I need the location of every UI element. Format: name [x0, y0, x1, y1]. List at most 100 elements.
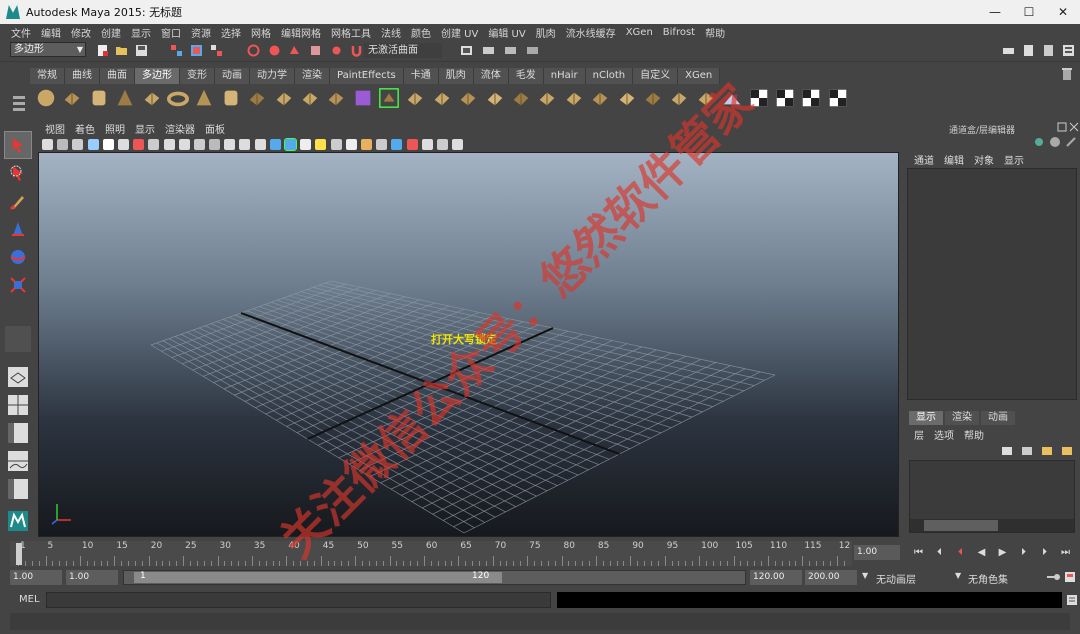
- shelf-tab-deformation[interactable]: 变形: [180, 68, 215, 84]
- ipr-render-icon[interactable]: [504, 44, 517, 57]
- layer-down-icon[interactable]: [1062, 447, 1072, 455]
- shelf-tab-curves[interactable]: 曲线: [65, 68, 100, 84]
- poly-pyramid-icon[interactable]: [192, 86, 216, 110]
- live-surface-field[interactable]: 无激活曲面: [364, 43, 442, 58]
- uv-auto-icon[interactable]: [826, 86, 850, 110]
- lock-camera-icon[interactable]: [57, 138, 69, 150]
- hyper-drag-icon[interactable]: [1065, 136, 1077, 148]
- extract-icon[interactable]: [324, 86, 348, 110]
- time-slider[interactable]: 1 5 10 15 20 25 30 35 40 45 50 55 60 65 70 75 80 85 90 95 10…: [10, 541, 852, 566]
- render-view-icon[interactable]: [460, 44, 473, 57]
- step-forward-frame-icon[interactable]: ⏵: [1034, 545, 1055, 560]
- open-scene-icon[interactable]: [115, 44, 128, 57]
- field-chart-icon[interactable]: [209, 138, 221, 150]
- shelf-tab-rendering[interactable]: 渲染: [295, 68, 330, 84]
- snap-curve-icon[interactable]: [268, 44, 281, 57]
- new-layer-empty-icon[interactable]: [1002, 447, 1012, 455]
- poly-pipe-icon[interactable]: [219, 86, 243, 110]
- channel-box-menu-object[interactable]: 对象: [969, 152, 999, 167]
- current-time-field[interactable]: 1.00: [854, 545, 900, 560]
- persp-outliner-layout-icon[interactable]: [5, 420, 31, 446]
- average-vertices-icon[interactable]: [377, 86, 401, 110]
- close-button[interactable]: ✕: [1046, 0, 1080, 24]
- snap-view-plane-icon[interactable]: [309, 44, 322, 57]
- panel-menu-view[interactable]: 视图: [40, 121, 70, 136]
- rotate-tool-icon[interactable]: [5, 244, 31, 270]
- menu-mesh-tools[interactable]: 网格工具: [326, 25, 376, 40]
- poly-cube-icon[interactable]: [60, 86, 84, 110]
- new-scene-icon[interactable]: [96, 44, 109, 57]
- camera-attributes-icon[interactable]: [72, 138, 84, 150]
- screen-space-ao-icon[interactable]: [345, 138, 357, 150]
- layer-tab-render[interactable]: 渲染: [945, 411, 979, 425]
- panel-menu-panels[interactable]: 面板: [200, 121, 230, 136]
- xray-components-icon[interactable]: [452, 138, 464, 150]
- auto-key-icon[interactable]: [1046, 571, 1060, 583]
- poly-sphere-icon[interactable]: [34, 86, 58, 110]
- trash-icon[interactable]: [1062, 68, 1072, 80]
- perspective-viewport[interactable]: 打开大写锁定: [38, 152, 899, 537]
- xray-joints-icon[interactable]: [436, 138, 448, 150]
- shadows-icon[interactable]: [330, 138, 342, 150]
- maximize-button[interactable]: ☐: [1012, 0, 1046, 24]
- snap-grid-icon[interactable]: [247, 44, 260, 57]
- poly-plane-icon[interactable]: [140, 86, 164, 110]
- bridge-icon[interactable]: [509, 86, 533, 110]
- playback-end-field[interactable]: 120.00: [750, 570, 802, 585]
- shelf-tab-toon[interactable]: 卡通: [403, 68, 439, 84]
- range-slider-handle[interactable]: [134, 572, 502, 583]
- channel-box-menu-show[interactable]: 显示: [999, 152, 1029, 167]
- select-component-icon[interactable]: [210, 44, 223, 57]
- panel-menu-renderer[interactable]: 渲染器: [160, 121, 200, 136]
- layer-up-icon[interactable]: [1042, 447, 1052, 455]
- menu-mesh[interactable]: 网格: [246, 25, 276, 40]
- layer-menu-help[interactable]: 帮助: [959, 427, 989, 442]
- save-scene-icon[interactable]: [135, 44, 148, 57]
- uv-spherical-icon[interactable]: [799, 86, 823, 110]
- animation-preferences-icon[interactable]: [1064, 571, 1076, 583]
- depth-of-field-icon[interactable]: [391, 138, 403, 150]
- menu-muscle[interactable]: 肌肉: [531, 25, 561, 40]
- panel-menu-lighting[interactable]: 照明: [100, 121, 130, 136]
- last-tool-slot[interactable]: [5, 326, 31, 352]
- resolution-gate-icon[interactable]: [178, 138, 190, 150]
- character-set-dropdown[interactable]: 无角色集: [968, 571, 1008, 586]
- persp-graph-layout-icon[interactable]: [5, 448, 31, 474]
- film-gate-icon[interactable]: [163, 138, 175, 150]
- shelf-tab-muscle[interactable]: 肌肉: [438, 68, 474, 84]
- new-layer-selected-icon[interactable]: [1022, 447, 1032, 455]
- step-forward-key-icon[interactable]: ⏵: [1013, 545, 1034, 560]
- anim-layer-dropdown[interactable]: 无动画层: [876, 571, 916, 586]
- panel-menu-show[interactable]: 显示: [130, 121, 160, 136]
- shelf-tab-polygons[interactable]: 多边形: [135, 68, 180, 84]
- menu-normals[interactable]: 法线: [376, 25, 406, 40]
- split-polygon-icon[interactable]: [588, 86, 612, 110]
- default-material-icon[interactable]: [284, 137, 297, 151]
- step-back-key-icon[interactable]: ⏴: [950, 545, 971, 560]
- menu-help[interactable]: 帮助: [700, 25, 730, 40]
- menu-bifrost[interactable]: Bifrost: [658, 27, 700, 38]
- minimize-button[interactable]: —: [978, 0, 1012, 24]
- layer-menu-options[interactable]: 选项: [929, 427, 959, 442]
- pick-walk-icon[interactable]: [1033, 136, 1045, 148]
- render-settings-icon[interactable]: [526, 44, 539, 57]
- bookmarks-icon[interactable]: [87, 138, 99, 150]
- shelf-tab-paint-effects[interactable]: PaintEffects: [330, 68, 404, 84]
- close-panel-icon[interactable]: [1069, 122, 1079, 132]
- image-plane-icon[interactable]: [102, 138, 114, 150]
- menu-file[interactable]: 文件: [6, 25, 36, 40]
- offset-edge-loop-icon[interactable]: [641, 86, 665, 110]
- uv-cylindrical-icon[interactable]: [773, 86, 797, 110]
- shelf-menu-icon[interactable]: [12, 92, 26, 114]
- channel-box-menu-channels[interactable]: 通道: [909, 152, 939, 167]
- start-time-field[interactable]: 1.00: [10, 570, 62, 585]
- layer-tab-anim[interactable]: 动画: [981, 411, 1015, 425]
- scale-tool-icon[interactable]: [5, 272, 31, 298]
- channel-box-body[interactable]: [907, 168, 1077, 400]
- smooth-shade-icon[interactable]: [269, 138, 281, 150]
- layer-horizontal-scrollbar[interactable]: [910, 519, 1074, 532]
- menu-color[interactable]: 颜色: [406, 25, 436, 40]
- shelf-tab-surfaces[interactable]: 曲面: [100, 68, 135, 84]
- uv-planar-icon[interactable]: [747, 86, 771, 110]
- command-input[interactable]: [46, 592, 551, 608]
